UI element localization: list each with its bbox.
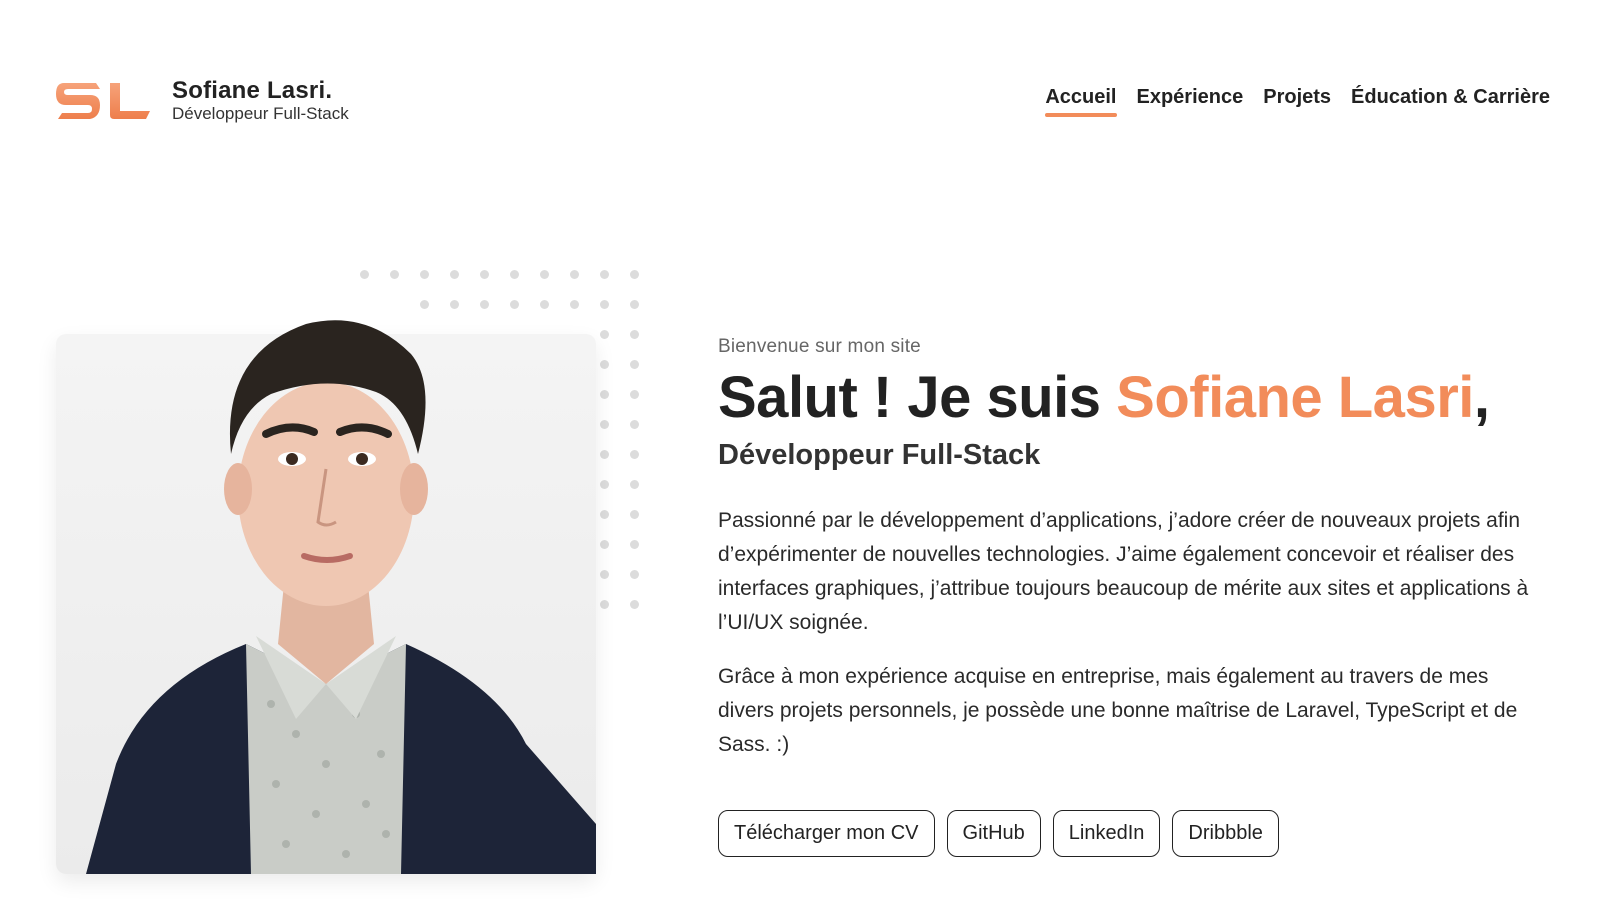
- main-nav: Accueil Expérience Projets Éducation & C…: [1045, 86, 1550, 117]
- portrait-photo: [86, 320, 596, 874]
- nav-item-accueil[interactable]: Accueil: [1045, 86, 1117, 117]
- linkedin-button[interactable]: LinkedIn: [1052, 810, 1161, 857]
- brand-text: Sofiane Lasri. Développeur Full-Stack: [172, 76, 349, 124]
- dot: [600, 270, 609, 279]
- nav-item-projets[interactable]: Projets: [1263, 86, 1331, 115]
- dot: [600, 390, 609, 399]
- dot: [600, 600, 609, 609]
- dribbble-button[interactable]: Dribbble: [1172, 810, 1279, 857]
- site-header: Sofiane Lasri. Développeur Full-Stack Ac…: [0, 0, 1600, 160]
- headline-prefix: Salut ! Je suis: [718, 365, 1117, 430]
- portfolio-page: Sofiane Lasri. Développeur Full-Stack Ac…: [0, 0, 1600, 900]
- dot: [630, 450, 639, 459]
- dot: [630, 270, 639, 279]
- brand-subtitle: Développeur Full-Stack: [172, 104, 349, 124]
- dot: [600, 510, 609, 519]
- dot: [630, 300, 639, 309]
- dot: [630, 570, 639, 579]
- dot: [630, 390, 639, 399]
- dot: [630, 330, 639, 339]
- brand-name: Sofiane Lasri.: [172, 76, 333, 104]
- hero-headline: Salut ! Je suis Sofiane Lasri,: [718, 365, 1558, 430]
- dot: [600, 360, 609, 369]
- dot: [600, 420, 609, 429]
- headline-suffix: ,: [1473, 365, 1490, 430]
- portrait-card: [56, 320, 596, 874]
- dot: [600, 480, 609, 489]
- dot: [600, 300, 609, 309]
- hero-role: Développeur Full-Stack: [718, 438, 1041, 471]
- dot: [630, 600, 639, 609]
- dot: [630, 360, 639, 369]
- dot: [600, 540, 609, 549]
- dot: [600, 570, 609, 579]
- github-button[interactable]: GitHub: [946, 810, 1041, 857]
- nav-item-experience[interactable]: Expérience: [1137, 86, 1244, 115]
- dot: [600, 330, 609, 339]
- dot: [630, 510, 639, 519]
- welcome-text: Bienvenue sur mon site: [718, 336, 921, 357]
- brand-logo-link[interactable]: Sofiane Lasri. Développeur Full-Stack: [54, 76, 374, 126]
- hero-section: Bienvenue sur mon site Salut ! Je suis S…: [718, 336, 1558, 762]
- sl-monogram-logo-icon: [56, 83, 150, 119]
- dot: [630, 420, 639, 429]
- hero-buttons: Télécharger mon CV GitHub LinkedIn Dribb…: [718, 810, 1279, 857]
- dot: [630, 540, 639, 549]
- dot: [600, 450, 609, 459]
- hero-paragraph-2: Grâce à mon expérience acquise en entrep…: [718, 664, 1518, 756]
- nav-item-education-carriere[interactable]: Éducation & Carrière: [1351, 86, 1550, 115]
- headline-name: Sofiane Lasri: [1116, 365, 1474, 430]
- download-cv-button[interactable]: Télécharger mon CV: [718, 810, 935, 857]
- hero-paragraph-1: Passionné par le développement d’applica…: [718, 508, 1529, 634]
- dot: [630, 480, 639, 489]
